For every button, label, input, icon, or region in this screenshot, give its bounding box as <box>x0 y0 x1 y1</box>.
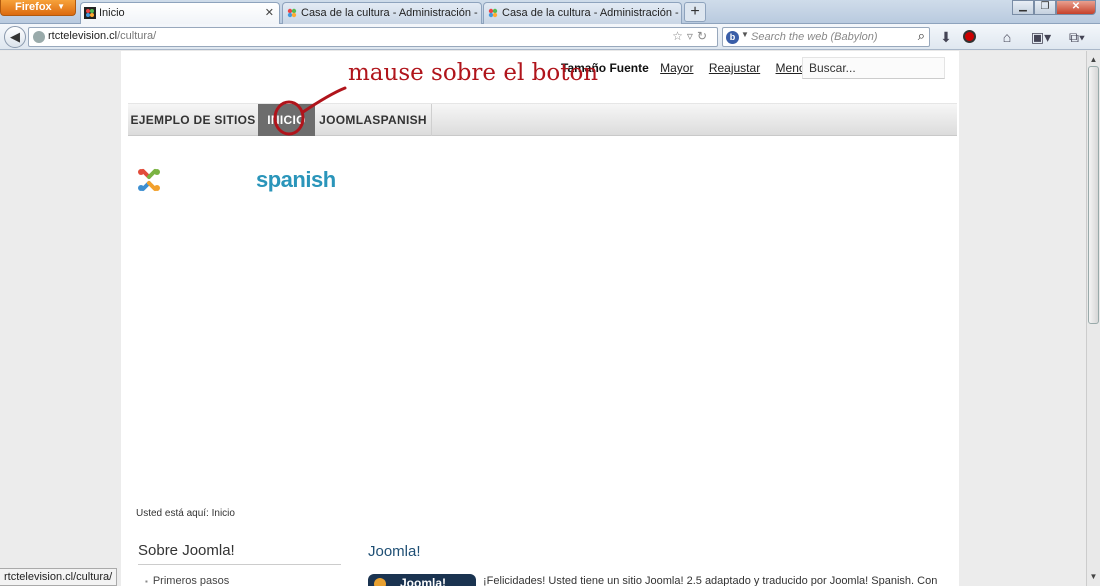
reload-icon[interactable]: ↻ <box>697 29 711 43</box>
minimize-icon[interactable]: ▁ <box>1012 0 1034 15</box>
font-reset-link[interactable]: Reajustar <box>709 61 760 75</box>
site-logo[interactable]: spanish <box>136 167 336 195</box>
menu-separator <box>431 104 432 136</box>
article-intro-text: ¡Felicidades! Usted tiene un sitio Jooml… <box>483 575 938 586</box>
url-bar-icons: ☆▿↻ <box>672 29 711 43</box>
joomla-favicon-icon <box>488 8 498 18</box>
divider <box>138 564 341 565</box>
main-menu: EJEMPLO DE SITIOS INICIO JOOMLASPANISH <box>128 103 957 136</box>
status-bar: rtctelevision.cl/cultura/ <box>0 568 118 586</box>
site-search-input[interactable]: Buscar... <box>802 57 945 79</box>
scrollbar-thumb[interactable] <box>1088 66 1099 324</box>
font-bigger-link[interactable]: Mayor <box>660 61 693 75</box>
url-host: rtctelevision.cl <box>48 30 118 42</box>
vertical-scrollbar[interactable]: ▲ ▼ <box>1086 51 1100 586</box>
chevron-down-icon[interactable]: ▼ <box>741 30 749 39</box>
sidebar-link-primeros-pasos[interactable]: Primeros pasos <box>145 575 229 586</box>
firefox-menu-button[interactable]: Firefox ▼ <box>0 0 76 16</box>
tab-title: Casa de la cultura - Administración - Ge… <box>301 7 481 19</box>
web-page: Tamaño Fuente Mayor Reajustar Menor Busc… <box>121 51 959 586</box>
url-text: rtctelevision.cl/cultura/ <box>48 30 156 42</box>
bookmark-star-icon[interactable]: ☆ <box>672 29 687 43</box>
translate-addon-icon[interactable]: ⧉▾ <box>1064 27 1090 47</box>
home-icon[interactable]: ⌂ <box>998 27 1016 47</box>
joomla-favicon-icon <box>287 8 297 18</box>
tab-title: Casa de la cultura - Administración - Ge… <box>502 7 681 19</box>
history-dropdown-icon[interactable]: ▿ <box>687 29 697 43</box>
font-size-controls: Tamaño Fuente Mayor Reajustar Menor <box>561 61 822 75</box>
download-icon[interactable]: ⬇ <box>937 27 955 47</box>
menu-item-inicio[interactable]: INICIO <box>258 104 315 136</box>
babylon-icon[interactable]: b <box>726 31 739 44</box>
tab-bar: Firefox ▼ Inicio ✕ Casa de la cultura - … <box>0 0 1100 24</box>
scroll-down-icon[interactable]: ▼ <box>1087 570 1100 584</box>
article-image-text: Joomla! <box>400 576 447 586</box>
chevron-down-icon: ▼ <box>57 2 65 11</box>
back-arrow-icon[interactable]: ◀ <box>4 26 26 48</box>
window-close-icon[interactable]: ✕ <box>1056 0 1096 15</box>
search-icon[interactable]: ⌕ <box>918 28 925 44</box>
article-title: Joomla! <box>368 543 421 560</box>
new-tab-button[interactable]: + <box>684 2 706 22</box>
web-search-bar[interactable]: b ▼ Search the web (Babylon) ⌕ <box>722 27 930 47</box>
joomla-logo-icon <box>138 169 160 191</box>
site-identity-icon[interactable] <box>33 31 45 43</box>
tab-administracion-2[interactable]: Casa de la cultura - Administración - Ge… <box>483 2 682 24</box>
menu-item-joomlaspanish[interactable]: JOOMLASPANISH <box>315 104 431 136</box>
joomla-logo-icon <box>374 578 386 586</box>
addon-record-icon[interactable] <box>960 27 978 47</box>
window-controls: ▁ ❐ ✕ <box>1012 0 1096 16</box>
logo-text: spanish <box>256 167 336 192</box>
tab-title: Inicio <box>99 7 125 19</box>
article-image: Joomla! <box>368 574 476 586</box>
scroll-up-icon[interactable]: ▲ <box>1087 53 1100 67</box>
tab-administracion-1[interactable]: Casa de la cultura - Administración - Ge… <box>282 2 482 24</box>
tab-inicio[interactable]: Inicio ✕ <box>80 2 280 24</box>
url-bar[interactable]: rtctelevision.cl/cultura/ ☆▿↻ <box>28 27 718 47</box>
search-placeholder: Search the web (Babylon) <box>751 31 878 43</box>
screen-capture-icon[interactable]: ▣▾ <box>1028 27 1054 47</box>
maximize-icon[interactable]: ❐ <box>1034 0 1056 15</box>
annotation-text: mause sobre el boton <box>348 60 599 86</box>
navigation-toolbar: ◀ rtctelevision.cl/cultura/ ☆▿↻ b ▼ Sear… <box>0 24 1100 50</box>
breadcrumb: Usted está aquí: Inicio <box>136 508 235 519</box>
close-tab-icon[interactable]: ✕ <box>265 3 274 23</box>
firefox-menu-label: Firefox <box>15 1 52 13</box>
url-path: /cultura/ <box>117 30 157 42</box>
browser-viewport: Tamaño Fuente Mayor Reajustar Menor Busc… <box>0 51 1086 586</box>
menu-item-ejemplo-de-sitios[interactable]: EJEMPLO DE SITIOS <box>128 104 258 136</box>
joomla-favicon-icon <box>84 7 96 19</box>
sidebar-module-title: Sobre Joomla! <box>138 542 235 559</box>
